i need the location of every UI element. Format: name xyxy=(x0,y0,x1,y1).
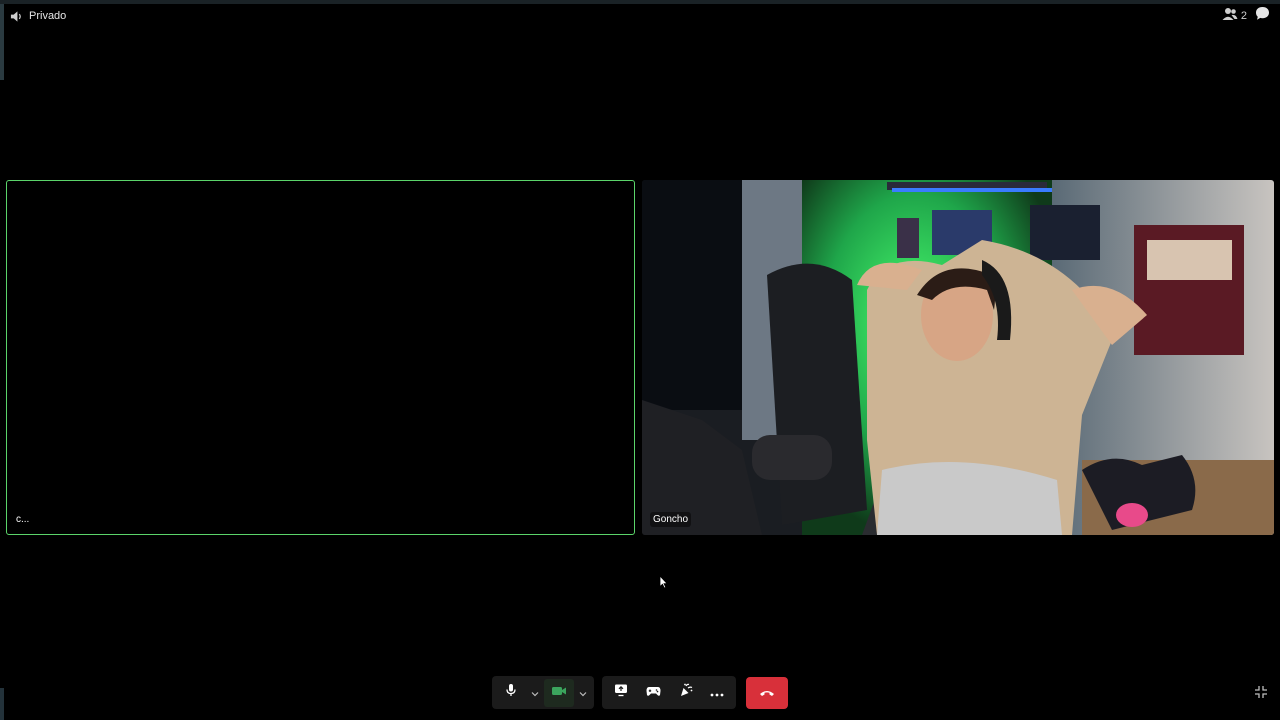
more-icon xyxy=(710,684,724,702)
more-options-button[interactable] xyxy=(702,679,732,707)
speaker-icon xyxy=(10,10,23,23)
screen-share-button[interactable] xyxy=(606,679,636,707)
chevron-down-icon xyxy=(531,684,539,702)
participant-tile-right[interactable]: Goncho xyxy=(642,180,1274,535)
participant-name-label: Goncho xyxy=(650,512,692,527)
channel-header: Privado xyxy=(10,8,66,24)
participants-count: 2 xyxy=(1240,10,1247,22)
hang-up-icon xyxy=(759,684,775,702)
window-top-edge xyxy=(0,0,1280,4)
camera-button[interactable] xyxy=(544,678,574,707)
exit-fullscreen-button[interactable] xyxy=(1254,685,1270,701)
activity-controls xyxy=(602,676,736,709)
mic-options-button[interactable] xyxy=(528,679,542,707)
gamepad-icon xyxy=(646,684,661,702)
exit-fullscreen-icon xyxy=(1254,686,1268,703)
participant-name-label: c... xyxy=(16,514,30,525)
soundboard-button[interactable] xyxy=(670,679,700,707)
screen-share-icon xyxy=(614,683,628,702)
mute-button[interactable] xyxy=(496,679,526,707)
window-left-edge xyxy=(0,4,4,80)
participants-button[interactable]: 2 xyxy=(1222,7,1247,26)
camera-options-button[interactable] xyxy=(576,679,590,707)
activities-button[interactable] xyxy=(638,679,668,707)
participant-tile-left[interactable]: c... xyxy=(6,180,635,535)
soundboard-icon xyxy=(678,683,693,702)
window-left-edge-bottom xyxy=(0,688,4,720)
camera-icon xyxy=(551,684,567,702)
channel-title: Privado xyxy=(29,10,67,22)
chat-bubble-icon[interactable] xyxy=(1255,6,1270,26)
mouse-cursor xyxy=(659,574,669,594)
participant-video xyxy=(642,180,1274,535)
header-actions: 2 xyxy=(1222,7,1270,25)
disconnect-button[interactable] xyxy=(746,676,788,709)
call-controls xyxy=(492,676,788,709)
people-icon xyxy=(1222,7,1238,26)
media-controls xyxy=(492,676,594,709)
microphone-icon xyxy=(504,683,518,702)
chevron-down-icon xyxy=(579,684,587,702)
